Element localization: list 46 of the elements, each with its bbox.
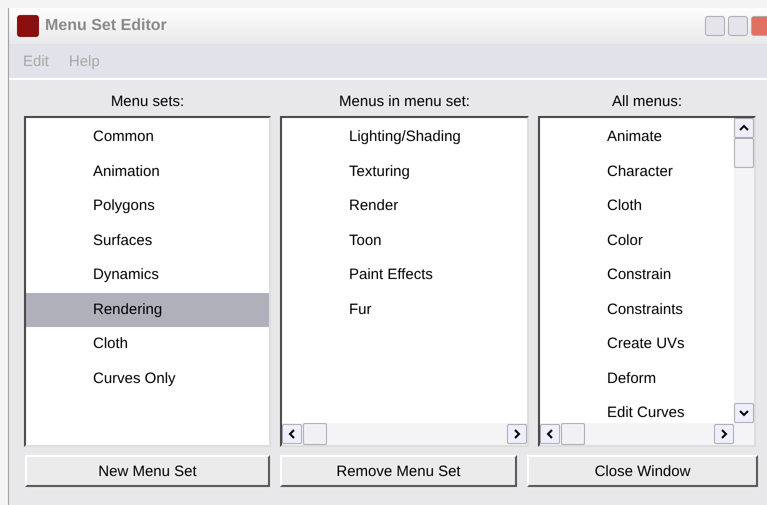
list-item[interactable]: Character [540,154,734,189]
list-item[interactable]: Curves Only [26,362,269,396]
scroll-thumb[interactable] [734,138,754,168]
list-header: Menus in menu set: [338,92,471,112]
list-item[interactable]: Paint Effects [282,258,527,292]
list-item[interactable]: Rendering [26,292,269,327]
list-item[interactable]: Surfaces [26,224,269,258]
horizontal-scrollbar[interactable] [282,423,527,445]
scroll-down-button[interactable] [734,403,754,423]
push-button[interactable]: Close Window [527,455,758,487]
list-item[interactable]: Dynamics [26,258,269,292]
list-item[interactable]: Constraints [540,292,734,327]
list-item[interactable]: Edit Curves [540,396,734,423]
scroll-right-button[interactable] [507,424,527,444]
minimize-button[interactable] [705,16,725,36]
list-item[interactable]: Color [540,224,734,258]
maximize-button[interactable] [728,16,748,36]
list-item[interactable]: Constrain [540,258,734,292]
list-item[interactable]: Create UVs [540,327,734,362]
list-item[interactable]: Cloth [540,189,734,224]
close-button[interactable] [751,16,767,36]
list-item[interactable]: Animation [26,154,269,189]
list-header: All menus: [610,92,684,112]
list-item[interactable]: Common [26,120,269,154]
list-item[interactable]: Deform [540,362,734,396]
list-item[interactable]: Animate [540,120,734,154]
window-title: Menu Set Editor [45,17,167,35]
scroll-left-button[interactable] [282,424,302,444]
scroll-up-button[interactable] [734,118,754,138]
list-header: Menu sets: [110,92,186,112]
scroll-left-button[interactable] [540,424,560,444]
horizontal-scrollbar[interactable] [540,423,754,445]
push-button[interactable]: New Menu Set [25,455,270,487]
vertical-scrollbar[interactable] [734,118,754,423]
list-item[interactable]: Lighting/Shading [282,120,527,154]
list-item[interactable]: Cloth [26,327,269,362]
list-item[interactable]: Render [282,189,527,224]
list-item[interactable]: Toon [282,224,527,258]
push-button[interactable]: Remove Menu Set [280,455,517,487]
list-item[interactable]: Polygons [26,189,269,224]
scroll-thumb[interactable] [561,423,585,445]
scroll-right-button[interactable] [714,424,734,444]
scroll-thumb[interactable] [303,423,327,445]
app-icon [17,15,39,37]
list-item[interactable]: Fur [282,292,527,327]
list-item[interactable]: Texturing [282,154,527,189]
